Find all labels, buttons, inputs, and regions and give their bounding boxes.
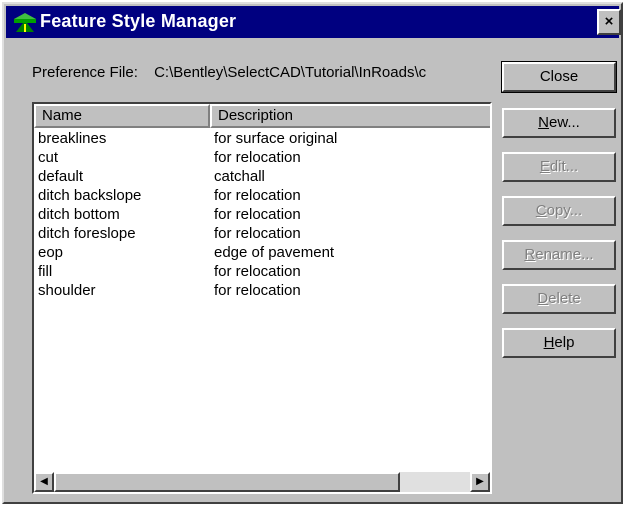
- item-name: eop: [38, 244, 64, 261]
- column-header-description[interactable]: Description: [210, 104, 490, 128]
- item-name: cut: [38, 149, 59, 166]
- new-label-rest: ew...: [548, 114, 580, 131]
- item-description: for relocation: [214, 187, 301, 204]
- feature-style-list[interactable]: Name Description breaklines for surface o…: [32, 102, 492, 494]
- item-name: ditch bottom: [38, 206, 120, 223]
- horizontal-scrollbar[interactable]: ◀ ▶: [34, 472, 490, 492]
- scroll-right-icon[interactable]: ▶: [470, 472, 490, 492]
- item-description: for relocation: [214, 225, 301, 242]
- list-item[interactable]: shoulder for relocation: [34, 282, 490, 301]
- item-name: ditch foreslope: [38, 225, 136, 242]
- app-icon: [14, 12, 36, 32]
- help-button[interactable]: Help: [502, 328, 616, 358]
- item-description: for relocation: [214, 206, 301, 223]
- close-icon[interactable]: ×: [597, 9, 621, 35]
- title-bar[interactable]: Feature Style Manager ×: [6, 6, 621, 38]
- list-header: Name Description: [34, 104, 490, 128]
- rename-label-rest: ename...: [535, 246, 594, 263]
- feature-style-manager-window: Feature Style Manager × Preference File:…: [2, 2, 623, 504]
- item-name: fill: [38, 263, 53, 280]
- preference-file-label: Preference File:: [32, 64, 138, 81]
- window-title: Feature Style Manager: [40, 11, 237, 31]
- list-item[interactable]: default catchall: [34, 168, 490, 187]
- item-name: ditch backslope: [38, 187, 142, 204]
- delete-label-rest: elete: [548, 290, 581, 307]
- help-mnemonic: H: [543, 334, 555, 351]
- preference-file-row: Preference File: C:\Bentley\SelectCAD\Tu…: [32, 64, 494, 81]
- list-item[interactable]: fill for relocation: [34, 263, 490, 282]
- item-description: for relocation: [214, 282, 301, 299]
- item-description: edge of pavement: [214, 244, 335, 261]
- list-item[interactable]: eop edge of pavement: [34, 244, 490, 263]
- list-rows: breaklines for surface original cut for re…: [34, 130, 490, 301]
- column-header-name[interactable]: Name: [34, 104, 210, 128]
- scroll-thumb[interactable]: [54, 472, 400, 492]
- new-button[interactable]: New...: [502, 108, 616, 138]
- scroll-left-icon[interactable]: ◀: [34, 472, 54, 492]
- item-name: default: [38, 168, 84, 185]
- list-item[interactable]: ditch bottom for relocation: [34, 206, 490, 225]
- item-name: shoulder: [38, 282, 96, 299]
- rename-button[interactable]: Rename...: [502, 240, 616, 270]
- rename-mnemonic: R: [524, 246, 536, 263]
- copy-label-rest: opy...: [546, 202, 583, 219]
- list-item[interactable]: breaklines for surface original: [34, 130, 490, 149]
- list-item[interactable]: cut for relocation: [34, 149, 490, 168]
- item-name: breaklines: [38, 130, 107, 147]
- close-button[interactable]: Close: [501, 61, 617, 93]
- list-item[interactable]: ditch backslope for relocation: [34, 187, 490, 206]
- item-description: catchall: [214, 168, 265, 185]
- preference-file-path: C:\Bentley\SelectCAD\Tutorial\InRoads\c: [154, 64, 427, 81]
- item-description: for relocation: [214, 263, 301, 280]
- item-description: for relocation: [214, 149, 301, 166]
- delete-mnemonic: D: [537, 290, 549, 307]
- copy-button[interactable]: Copy...: [502, 196, 616, 226]
- help-label-rest: elp: [554, 334, 575, 351]
- list-item[interactable]: ditch foreslope for relocation: [34, 225, 490, 244]
- item-description: for surface original: [214, 130, 338, 147]
- delete-button[interactable]: Delete: [502, 284, 616, 314]
- edit-mnemonic: E: [539, 158, 550, 175]
- new-mnemonic: N: [538, 114, 549, 131]
- edit-button[interactable]: Edit...: [502, 152, 616, 182]
- edit-label-rest: dit...: [549, 158, 579, 175]
- copy-mnemonic: C: [535, 202, 547, 219]
